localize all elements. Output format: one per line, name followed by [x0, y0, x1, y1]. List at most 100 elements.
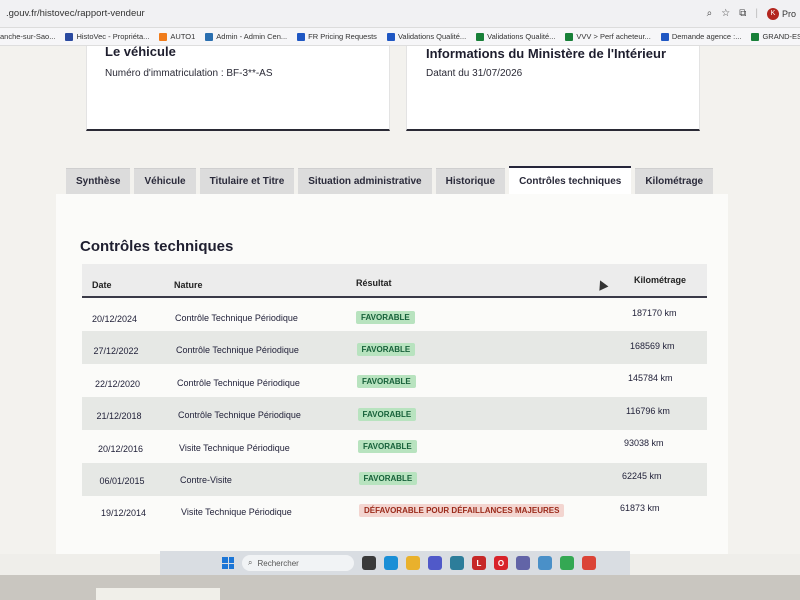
doc-icon — [386, 32, 395, 41]
row-km: 116796 km — [626, 405, 670, 416]
row-date: 20/12/2016 — [98, 443, 144, 454]
bookmark-label: Admin - Admin Cen... — [216, 32, 288, 41]
sheet-icon — [751, 32, 760, 41]
tab-situation-administrative[interactable]: Situation administrative — [298, 168, 432, 194]
taskbar-search[interactable]: ⌕ Rechercher — [242, 555, 354, 571]
panel-title: Contrôles techniques — [80, 238, 234, 255]
browser-url-bar: .gouv.fr/histovec/rapport-vendeur ⌕ ☆ ⧉ … — [0, 0, 800, 28]
search-label: Rechercher — [257, 558, 299, 568]
zoom-icon[interactable]: ⌕ — [707, 8, 713, 19]
widgets-icon[interactable] — [362, 556, 376, 570]
l-app-icon[interactable]: L — [472, 556, 486, 570]
row-km: 187170 km — [632, 308, 677, 318]
table-row: 22/12/2020 Contrôle Technique Périodique F… — [82, 364, 707, 397]
row-nature: Contrôle Technique Périodique — [177, 377, 300, 388]
chrome-icon[interactable] — [560, 556, 574, 570]
row-nature: Contre-Visite — [180, 475, 232, 485]
bookmark-label: AUTO1 — [170, 32, 196, 41]
table-row: 06/01/2015 Contre-Visite FAVORABLE 62245 km — [82, 463, 707, 496]
bookmark-item[interactable]: GRAND-EST - Goog... — [751, 32, 800, 41]
windows-start-icon[interactable] — [222, 557, 234, 569]
result-badge: FAVORABLE — [357, 375, 416, 389]
table-body: 20/12/2024 Contrôle Technique Périodique F… — [82, 298, 707, 529]
row-date: 06/01/2015 — [99, 476, 145, 486]
sheet-icon — [476, 32, 485, 41]
row-date: 27/12/2022 — [93, 346, 139, 357]
row-date: 20/12/2024 — [92, 314, 138, 324]
opera-icon[interactable]: O — [494, 556, 508, 570]
bookmark-item[interactable]: Validations Qualité... — [386, 32, 467, 41]
header-nature: Nature — [174, 280, 203, 290]
flag-icon — [65, 32, 74, 41]
tab-kilom-trage[interactable]: Kilométrage — [635, 168, 714, 194]
row-nature: Contrôle Technique Périodique — [176, 345, 299, 356]
sheet-icon — [565, 32, 574, 41]
sticker-label — [96, 588, 220, 600]
vehicle-card: Le véhicule Numéro d'immatriculation : B… — [86, 44, 390, 131]
technical-controls-panel: Contrôles techniques Date Nature Résulta… — [56, 194, 728, 554]
row-km: 62245 km — [622, 470, 662, 481]
result-badge: FAVORABLE — [357, 407, 417, 421]
row-nature: Contrôle Technique Périodique — [175, 313, 298, 323]
controls-table: Date Nature Résultat Kilométrage 20/12/2… — [82, 264, 707, 529]
windows-taskbar: ⌕ Rechercher LO — [160, 551, 630, 575]
bookmark-item[interactable]: VVV > Perf acheteur... — [565, 32, 651, 41]
bookmark-item[interactable]: anche-sur-Sao... — [0, 32, 55, 41]
bookmark-label: Validations Qualité... — [487, 32, 556, 41]
bookmark-label: anche-sur-Sao... — [0, 32, 56, 41]
tab-synth-se[interactable]: Synthèse — [66, 168, 131, 194]
bookmark-label: VVV > Perf acheteur... — [576, 32, 651, 41]
tab-titulaire-et-titre[interactable]: Titulaire et Titre — [199, 168, 295, 194]
row-date: 22/12/2020 — [95, 378, 141, 389]
teams-icon[interactable] — [428, 556, 442, 570]
bookmark-item[interactable]: Admin - Admin Cen... — [205, 32, 287, 41]
tab-bar: Synthèse Véhicule Titulaire et Titre Situat… — [66, 166, 714, 194]
tab-contr-les-techniques[interactable]: Contrôles techniques — [509, 166, 632, 194]
table-header: Date Nature Résultat Kilométrage — [82, 264, 707, 298]
address-bar[interactable]: .gouv.fr/histovec/rapport-vendeur — [0, 8, 707, 19]
screen: .gouv.fr/histovec/rapport-vendeur ⌕ ☆ ⧉ … — [0, 0, 800, 600]
separator: | — [755, 8, 758, 19]
bookmark-item[interactable]: AUTO1 — [159, 32, 195, 41]
bookmark-label: Demande agence :... — [671, 32, 742, 41]
result-badge: FAVORABLE — [356, 311, 415, 324]
admin-icon — [205, 32, 214, 41]
extensions-icon[interactable]: ⧉ — [739, 8, 746, 19]
bookmark-label: Validations Qualité... — [397, 32, 467, 41]
table-row: 27/12/2022 Contrôle Technique Périodique F… — [82, 331, 707, 364]
store-icon[interactable] — [450, 556, 464, 570]
result-badge: DÉFAVORABLE POUR DÉFAILLANCES MAJEURES — [359, 504, 565, 518]
result-badge: FAVORABLE — [356, 343, 416, 357]
ministry-date: Datant du 31/07/2026 — [426, 68, 523, 79]
phone-icon[interactable] — [538, 556, 552, 570]
bookmark-star-icon[interactable]: ☆ — [721, 8, 730, 19]
tab-v-hicule[interactable]: Véhicule — [134, 168, 196, 194]
row-date: 19/12/2014 — [101, 508, 147, 519]
profile-label: Pro — [781, 8, 796, 19]
ministry-card: Informations du Ministère de l'Intérieur… — [406, 46, 700, 131]
row-date: 21/12/2018 — [96, 411, 142, 422]
table-row: 20/12/2016 Visite Technique Périodique FAV… — [82, 430, 707, 463]
header-date: Date — [92, 280, 112, 290]
tab-historique[interactable]: Historique — [435, 168, 506, 194]
bookmark-label: FR Pricing Requests — [308, 32, 377, 41]
profile-button[interactable]: K Pro — [766, 7, 796, 20]
edge-icon[interactable] — [384, 556, 398, 570]
folder-icon[interactable] — [406, 556, 420, 570]
bookmark-item[interactable]: Validations Qualité... — [476, 32, 555, 41]
chrome-profile-icon[interactable] — [582, 556, 596, 570]
ministry-card-title: Informations du Ministère de l'Intérieur — [426, 46, 667, 61]
search-icon: ⌕ — [248, 558, 253, 567]
bookmark-item[interactable]: HistoVec - Propriéta... — [65, 32, 149, 41]
bookmark-label: HistoVec - Propriéta... — [76, 32, 150, 41]
bookmark-item[interactable]: FR Pricing Requests — [297, 32, 377, 41]
result-badge: FAVORABLE — [358, 439, 417, 453]
doc-icon — [660, 32, 669, 41]
row-km: 168569 km — [630, 340, 675, 351]
registration-number: Numéro d'immatriculation : BF-3**-AS — [105, 68, 273, 79]
header-km: Kilométrage — [634, 275, 687, 285]
bookmark-item[interactable]: Demande agence :... — [660, 32, 742, 41]
chat-icon[interactable] — [516, 556, 530, 570]
bookmark-label: GRAND-EST - Goog... — [762, 32, 800, 41]
row-km: 145784 km — [628, 373, 673, 383]
